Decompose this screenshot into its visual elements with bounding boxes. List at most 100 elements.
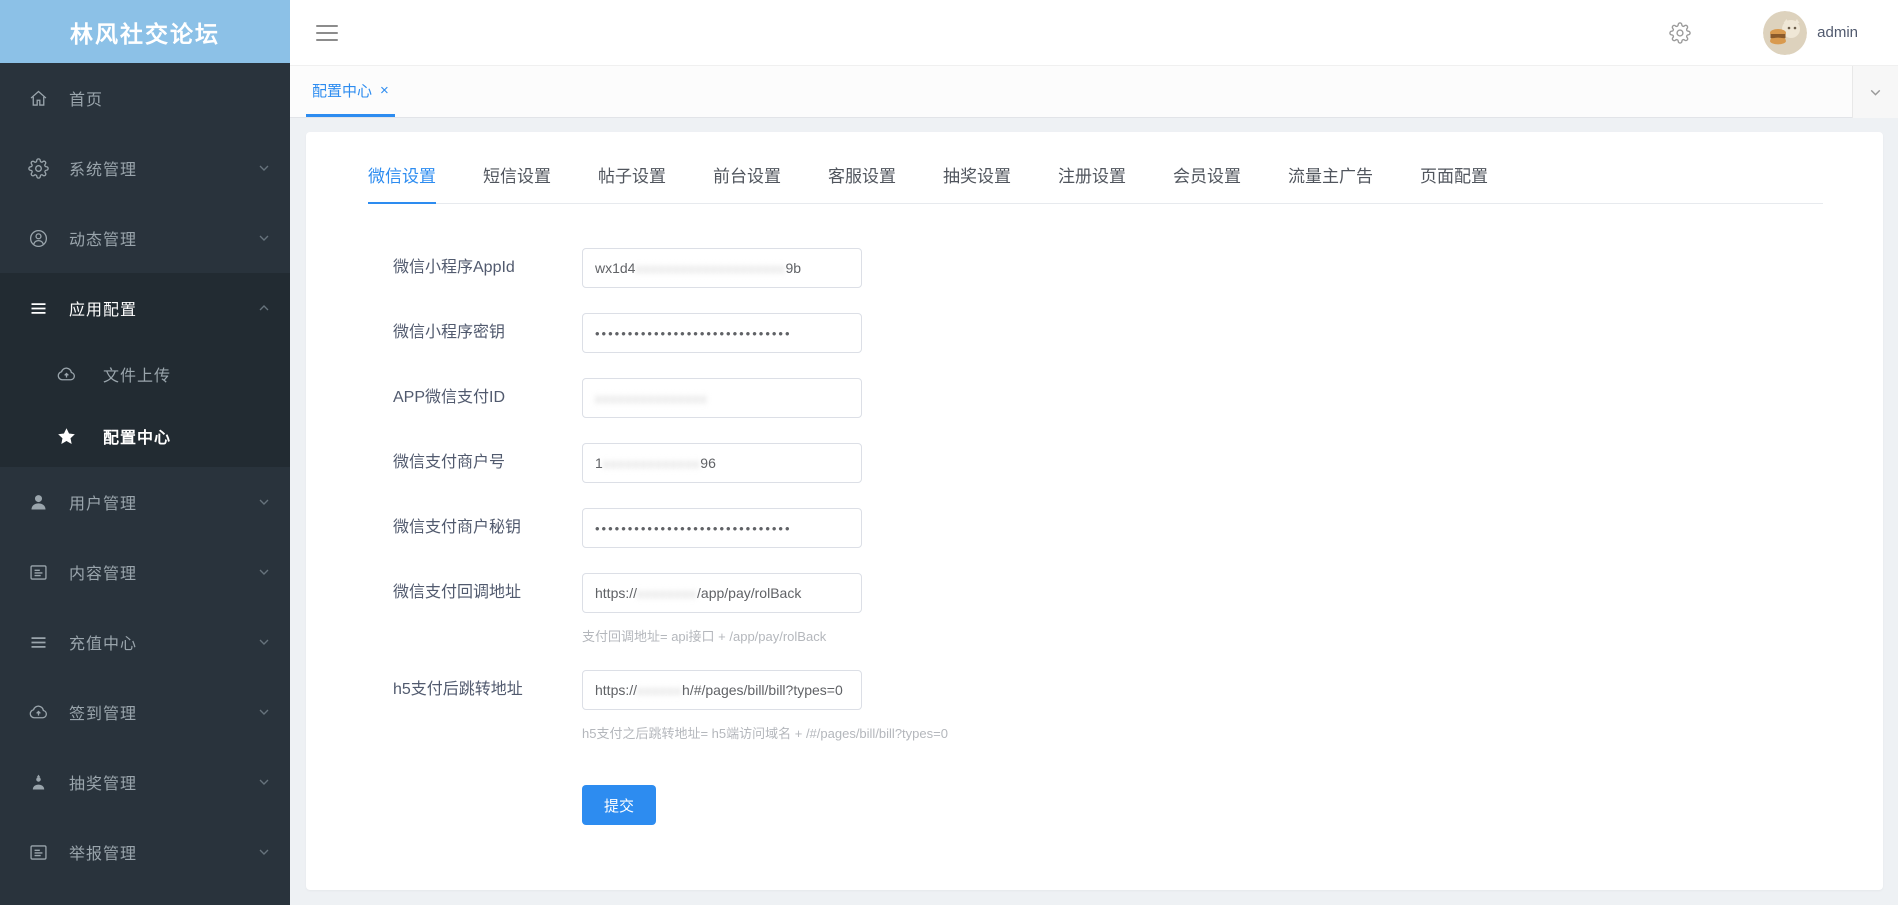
cloud-upload-icon bbox=[27, 701, 49, 723]
redacted-value: xxxxxx bbox=[637, 682, 683, 698]
input-value: https:// bbox=[595, 585, 638, 601]
field-label: 微信支付回调地址 bbox=[393, 584, 522, 601]
sidebar-item-label: 用户管理 bbox=[69, 496, 138, 513]
star-icon bbox=[55, 425, 77, 447]
sidebar-item-file-upload[interactable]: 文件上传 bbox=[0, 343, 290, 405]
field-label: 微信小程序AppId bbox=[393, 259, 515, 276]
sidebar-item-system[interactable]: 系统管理 bbox=[0, 133, 290, 203]
form-row: 微信支付回调地址 https:// xxxxxxxx /app/pay/rolB… bbox=[393, 573, 1883, 645]
menu-lines-icon bbox=[27, 297, 49, 319]
sidebar-item-home[interactable]: 首页 bbox=[0, 63, 290, 133]
redacted-value: xxxxxxxx bbox=[637, 585, 698, 601]
topbar-right: admin bbox=[1669, 10, 1858, 55]
wechat-secret-input[interactable]: •••••••••••••••••••••••••••••• bbox=[582, 313, 862, 353]
field-label: 微信小程序密钥 bbox=[393, 324, 506, 341]
sidebar-item-checkin[interactable]: 签到管理 bbox=[0, 677, 290, 747]
field-label: h5支付后跳转地址 bbox=[393, 681, 523, 698]
chevron-down-icon bbox=[256, 844, 272, 860]
sidebar-item-label: 动态管理 bbox=[69, 232, 138, 249]
field-hint: h5支付之后跳转地址= h5端访问域名 + /#/pages/bill/bill… bbox=[582, 726, 948, 741]
sidebar-item-app-config[interactable]: 应用配置 bbox=[0, 273, 290, 343]
sidebar: 林风社交论坛 首页 系统管理 动态管理 应用配置 文件上传 配置中心 用户管理 … bbox=[0, 0, 290, 905]
chevron-down-icon bbox=[256, 494, 272, 510]
sidebar-item-label: 系统管理 bbox=[69, 162, 138, 179]
submit-button[interactable]: 提交 bbox=[582, 785, 657, 825]
input-value: https:// bbox=[595, 682, 638, 698]
tab-service-settings[interactable]: 客服设置 bbox=[828, 162, 896, 203]
page-tab-config-center[interactable]: 配置中心 × bbox=[306, 66, 395, 117]
input-value: 1 bbox=[595, 455, 603, 471]
settings-card: 微信设置 短信设置 帖子设置 前台设置 客服设置 抽奖设置 注册设置 会员设置 … bbox=[306, 132, 1883, 890]
prize-user-icon bbox=[27, 771, 49, 793]
h5-redirect-url-input[interactable]: https:// xxxxxx h/#/pages/bill/bill?type… bbox=[582, 670, 862, 710]
tab-post-settings[interactable]: 帖子设置 bbox=[598, 162, 666, 203]
report-frame-icon bbox=[27, 841, 49, 863]
sidebar-group-app-config: 应用配置 文件上传 配置中心 bbox=[0, 273, 290, 467]
sidebar-item-label: 举报管理 bbox=[69, 846, 138, 863]
sidebar-item-label: 内容管理 bbox=[69, 566, 138, 583]
tab-page-config[interactable]: 页面配置 bbox=[1420, 162, 1488, 203]
sidebar-item-moments[interactable]: 动态管理 bbox=[0, 203, 290, 273]
main-area: admin 配置中心 × 微信设置 短信设置 帖子设置 前台设置 客服设置 抽奖… bbox=[290, 0, 1898, 905]
close-icon[interactable]: × bbox=[380, 82, 389, 99]
sidebar-item-content[interactable]: 内容管理 bbox=[0, 537, 290, 607]
settings-tabs: 微信设置 短信设置 帖子设置 前台设置 客服设置 抽奖设置 注册设置 会员设置 … bbox=[368, 162, 1823, 204]
sidebar-item-label: 文件上传 bbox=[103, 368, 172, 385]
content-frame-icon bbox=[27, 561, 49, 583]
wechat-appid-input[interactable]: wx1d4 xxxxxxxxxxxxxxxxxxxx 9b bbox=[582, 248, 862, 288]
sidebar-item-label: 充值中心 bbox=[69, 636, 138, 653]
tab-wechat-settings[interactable]: 微信设置 bbox=[368, 162, 436, 204]
input-value: 96 bbox=[700, 455, 716, 471]
form-row: APP微信支付ID xxxxxxxxxxxxxxx bbox=[393, 378, 1883, 418]
masked-value: •••••••••••••••••••••••••••••• bbox=[595, 520, 792, 536]
sidebar-toggle-icon[interactable] bbox=[316, 24, 338, 41]
app-wxpay-id-input[interactable]: xxxxxxxxxxxxxxx bbox=[582, 378, 862, 418]
redacted-value: xxxxxxxxxxxxx bbox=[602, 455, 701, 471]
tab-traffic-ads[interactable]: 流量主广告 bbox=[1288, 162, 1373, 203]
redacted-value: xxxxxxxxxxxxxxx bbox=[595, 390, 708, 406]
form-row: 微信小程序AppId wx1d4 xxxxxxxxxxxxxxxxxxxx 9b bbox=[393, 248, 1883, 288]
content-area: 微信设置 短信设置 帖子设置 前台设置 客服设置 抽奖设置 注册设置 会员设置 … bbox=[290, 118, 1898, 905]
wechat-settings-form: 微信小程序AppId wx1d4 xxxxxxxxxxxxxxxxxxxx 9b… bbox=[306, 204, 1883, 825]
chevron-down-icon bbox=[256, 634, 272, 650]
settings-gear-icon[interactable] bbox=[1669, 21, 1691, 44]
tab-sms-settings[interactable]: 短信设置 bbox=[483, 162, 551, 203]
chevron-up-icon bbox=[256, 300, 272, 316]
list-icon bbox=[27, 631, 49, 653]
tab-options-chevron-icon[interactable] bbox=[1852, 66, 1898, 118]
cloud-upload-icon bbox=[55, 363, 77, 385]
input-value: h/#/pages/bill/bill?types=0 bbox=[682, 682, 843, 698]
field-label: 微信支付商户秘钥 bbox=[393, 519, 522, 536]
username[interactable]: admin bbox=[1817, 24, 1858, 41]
home-icon bbox=[27, 87, 49, 109]
sidebar-item-reports[interactable]: 举报管理 bbox=[0, 817, 290, 887]
sidebar-item-recharge[interactable]: 充值中心 bbox=[0, 607, 290, 677]
topbar: admin bbox=[290, 0, 1898, 66]
app-root: 林风社交论坛 首页 系统管理 动态管理 应用配置 文件上传 配置中心 用户管理 … bbox=[0, 0, 1898, 905]
chevron-down-icon bbox=[256, 564, 272, 580]
redacted-value: xxxxxxxxxxxxxxxxxxxx bbox=[635, 260, 786, 276]
page-tab-label: 配置中心 bbox=[312, 82, 373, 100]
tab-register-settings[interactable]: 注册设置 bbox=[1058, 162, 1126, 203]
sidebar-item-label: 应用配置 bbox=[69, 302, 138, 319]
sidebar-item-label: 配置中心 bbox=[103, 430, 172, 447]
form-row: 微信支付商户号 1 xxxxxxxxxxxxx 96 bbox=[393, 443, 1883, 483]
chevron-down-icon bbox=[256, 704, 272, 720]
input-value: /app/pay/rolBack bbox=[697, 585, 802, 601]
chevron-down-icon bbox=[256, 230, 272, 246]
field-label: APP微信支付ID bbox=[393, 389, 506, 406]
sidebar-item-config-center[interactable]: 配置中心 bbox=[0, 405, 290, 467]
merchant-id-input[interactable]: 1 xxxxxxxxxxxxx 96 bbox=[582, 443, 862, 483]
tab-member-settings[interactable]: 会员设置 bbox=[1173, 162, 1241, 203]
chevron-down-icon bbox=[256, 160, 272, 176]
sidebar-item-lottery[interactable]: 抽奖管理 bbox=[0, 747, 290, 817]
page-tabbar: 配置中心 × bbox=[290, 66, 1898, 118]
avatar[interactable] bbox=[1763, 10, 1808, 55]
sidebar-item-users[interactable]: 用户管理 bbox=[0, 467, 290, 537]
tab-frontend-settings[interactable]: 前台设置 bbox=[713, 162, 781, 203]
tab-lottery-settings[interactable]: 抽奖设置 bbox=[943, 162, 1011, 203]
merchant-secret-input[interactable]: •••••••••••••••••••••••••••••• bbox=[582, 508, 862, 548]
input-value: 9b bbox=[785, 260, 802, 276]
form-row: 微信支付商户秘钥 •••••••••••••••••••••••••••••• bbox=[393, 508, 1883, 548]
pay-callback-url-input[interactable]: https:// xxxxxxxx /app/pay/rolBack bbox=[582, 573, 862, 613]
